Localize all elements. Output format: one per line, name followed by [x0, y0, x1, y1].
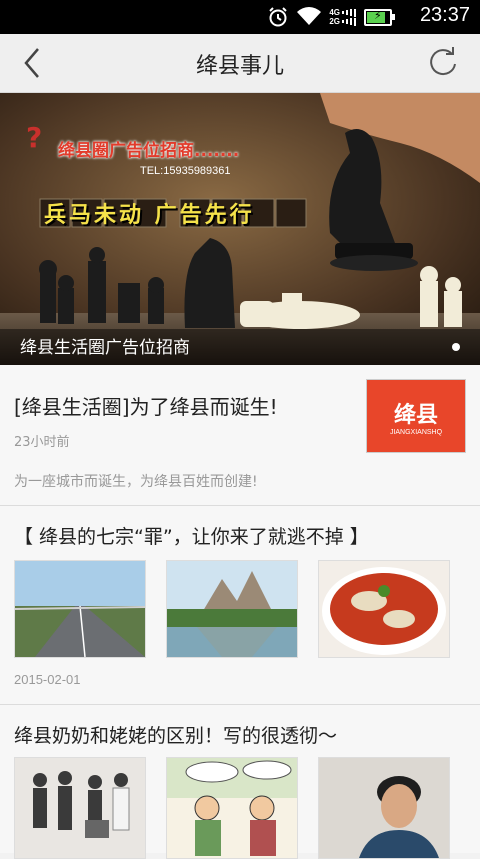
mountain-lake-photo	[166, 560, 298, 658]
article-item-3[interactable]: 绛县奶奶和姥姥的区别！写的很透彻～	[0, 705, 480, 859]
nav-bar: 绛县事儿	[0, 34, 480, 93]
article-title: [绛县生活圈]为了绛县而诞生!	[14, 395, 278, 419]
clock: 23:37	[419, 4, 470, 26]
wifi-icon	[297, 7, 322, 26]
signal-4g-icon: 4G	[329, 8, 356, 17]
back-button[interactable]	[14, 43, 54, 83]
status-bar: 4G 2G ⚡ 23:37	[0, 0, 480, 34]
article-thumbnail-logo: 绛县 JIANGXIANSHQ	[366, 379, 466, 453]
article-image-row	[14, 560, 450, 658]
status-icons: 4G 2G ⚡	[267, 5, 395, 29]
alarm-icon	[269, 7, 288, 27]
article-time: 23小时前	[14, 435, 70, 450]
banner-carousel[interactable]: ? 绛县圈广告位招商....... TEL:15935989361 兵马未动 广…	[0, 93, 480, 365]
article-title: 绛县奶奶和姥姥的区别！写的很透彻～	[14, 725, 338, 747]
article-date: 2015-02-01	[14, 672, 81, 687]
woman-portrait-photo	[318, 757, 450, 859]
carousel-indicator-dot	[452, 343, 460, 351]
article-item-1[interactable]: [绛县生活圈]为了绛县而诞生! 23小时前 为一座城市而诞生，为绛县百姓而创建!…	[0, 365, 480, 506]
logo-text: 绛县	[393, 402, 438, 428]
signal-2g-icon: 2G	[329, 17, 356, 26]
network-indicators: 4G 2G	[329, 8, 356, 26]
chess-banner-image	[0, 93, 480, 365]
article-item-2[interactable]: 【 绛县的七宗“罪”，让你来了就逃不掉 】 2015-02-01	[0, 506, 480, 705]
ad-slogan: 兵马未动 广告先行	[44, 203, 255, 228]
banner-caption: 绛县生活圈广告位招商	[20, 338, 190, 358]
comic-grandmothers-illustration	[166, 757, 298, 859]
battery-charging-icon: ⚡	[364, 8, 395, 26]
article-description: 为一座城市而诞生，为绛县百姓而创建!	[14, 474, 258, 490]
ad-question-mark: ?	[26, 121, 43, 154]
family-group-photo	[14, 757, 146, 859]
article-image-row	[14, 757, 450, 859]
refresh-button[interactable]	[424, 44, 462, 82]
ad-title: 绛县圈广告位招商.......	[58, 141, 240, 161]
logo-subtext: JIANGXIANSHQ	[389, 428, 443, 436]
article-title: 【 绛县的七宗“罪”，让你来了就逃不掉 】	[14, 526, 369, 548]
refresh-icon	[430, 47, 456, 76]
chevron-left-icon	[24, 48, 39, 78]
ad-phone: TEL:15935989361	[140, 165, 231, 177]
highway-photo	[14, 560, 146, 658]
spicy-noodle-dish-photo	[318, 560, 450, 658]
page-title: 绛县事儿	[195, 54, 284, 79]
